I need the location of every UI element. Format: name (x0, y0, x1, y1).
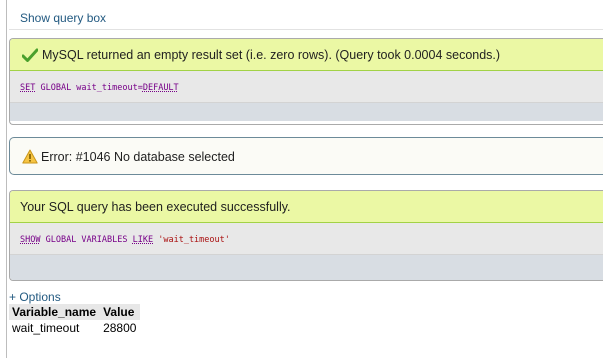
column-header-value[interactable]: Value (100, 304, 141, 320)
results-table: Variable_name Value wait_timeout 28800 (9, 304, 141, 336)
error-message-box: Error: #1046 No database selected (9, 137, 603, 175)
success-message-text: Your SQL query has been executed success… (20, 200, 291, 214)
success-message-text: MySQL returned an empty result set (i.e.… (42, 48, 501, 62)
sql-variable: GLOBAL wait_timeout (40, 83, 138, 93)
column-header-variable-name[interactable]: Variable_name (9, 304, 101, 320)
sql-query-display[interactable]: SHOW GLOBAL VARIABLES LIKE 'wait_timeout… (10, 223, 603, 255)
query-tools-bar (10, 255, 603, 280)
query-result-block-2: Your SQL query has been executed success… (9, 190, 603, 281)
sql-keyword-like[interactable]: LIKE (133, 235, 153, 245)
show-query-box-link[interactable]: Show query box (20, 11, 106, 25)
query-result-block-1: MySQL returned an empty result set (i.e.… (9, 38, 603, 125)
sql-keyword-global-variables: GLOBAL VARIABLES (45, 235, 128, 245)
options-link[interactable]: + Options (9, 290, 61, 304)
sql-query-display[interactable]: SET GLOBAL wait_timeout=DEFAULT (10, 71, 603, 103)
sql-string-literal: 'wait_timeout' (158, 235, 230, 245)
table-header-row: Variable_name Value (9, 304, 141, 320)
left-border (6, 0, 7, 358)
cell-value: 28800 (103, 321, 137, 335)
sql-keyword-show[interactable]: SHOW (20, 235, 40, 245)
sql-keyword-set[interactable]: SET (20, 83, 35, 93)
show-query-box-bar: Show query box (9, 0, 603, 30)
error-message-text: Error: #1046 No database selected (41, 150, 235, 164)
success-message: Your SQL query has been executed success… (10, 191, 603, 223)
query-tools-bar (10, 103, 603, 121)
table-row: wait_timeout 28800 (9, 320, 140, 336)
check-icon (22, 48, 38, 62)
warning-icon (22, 149, 38, 164)
success-message: MySQL returned an empty result set (i.e.… (10, 39, 603, 71)
sql-function-default[interactable]: DEFAULT (143, 83, 179, 93)
cell-variable-name: wait_timeout (12, 321, 80, 335)
